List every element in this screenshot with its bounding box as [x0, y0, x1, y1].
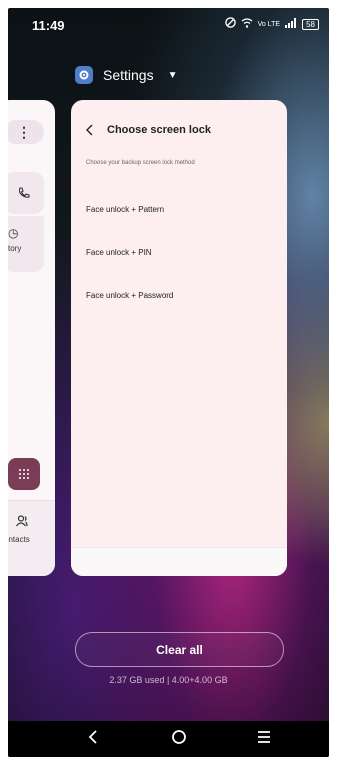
navigation-bar	[8, 721, 329, 757]
card-footer	[71, 547, 287, 576]
recent-app-name: Settings	[103, 67, 154, 83]
option-face-pattern[interactable]: Face unlock + Pattern	[86, 205, 164, 214]
contacts-tab-label: ontacts	[8, 535, 30, 544]
battery-icon: 58	[302, 18, 319, 30]
phone-icon[interactable]	[8, 172, 44, 214]
phone-bottom-nav: ontacts	[8, 500, 55, 576]
back-nav-icon[interactable]	[88, 729, 98, 749]
dialpad-icon	[19, 469, 29, 479]
back-arrow-icon[interactable]	[85, 123, 95, 137]
settings-gear-icon	[75, 66, 93, 84]
status-time: 11:49	[32, 18, 65, 33]
settings-app-card[interactable]: Choose screen lock Choose your backup sc…	[71, 100, 287, 576]
recent-app-header[interactable]: Settings ▼	[75, 66, 178, 84]
history-icon: ◷	[8, 226, 19, 240]
memory-usage: 2.37 GB used | 4.00+4.00 GB	[109, 675, 228, 685]
page-title: Choose screen lock	[107, 124, 211, 136]
nfc-icon	[224, 17, 236, 31]
option-face-password[interactable]: Face unlock + Password	[86, 291, 173, 300]
clear-all-button[interactable]: Clear all	[75, 632, 284, 667]
status-bar: 11:49 Vo LTE 58	[8, 8, 329, 34]
menu-nav-icon[interactable]	[257, 729, 271, 749]
home-nav-icon[interactable]	[171, 729, 187, 749]
status-icons: Vo LTE 58	[224, 17, 319, 31]
more-options-icon[interactable]: ⋮	[8, 120, 44, 144]
history-tab-label: story	[8, 244, 22, 253]
screen-lock-header: Choose screen lock	[85, 123, 211, 137]
phone-app-card[interactable]: ⋮ ◷ story ontacts	[8, 100, 55, 576]
recents-screen: 11:49 Vo LTE 58 Settings ▼ ⋮ ◷ story	[8, 8, 329, 757]
signal-icon	[285, 17, 297, 31]
dialpad-button[interactable]	[8, 458, 40, 490]
option-face-pin[interactable]: Face unlock + PIN	[86, 248, 152, 257]
contacts-icon[interactable]	[16, 515, 30, 530]
chevron-down-icon[interactable]: ▼	[168, 70, 178, 81]
wifi-icon	[241, 17, 253, 31]
page-subtitle: Choose your backup screen lock method	[86, 160, 195, 166]
volte-icon: Vo LTE	[257, 20, 281, 28]
